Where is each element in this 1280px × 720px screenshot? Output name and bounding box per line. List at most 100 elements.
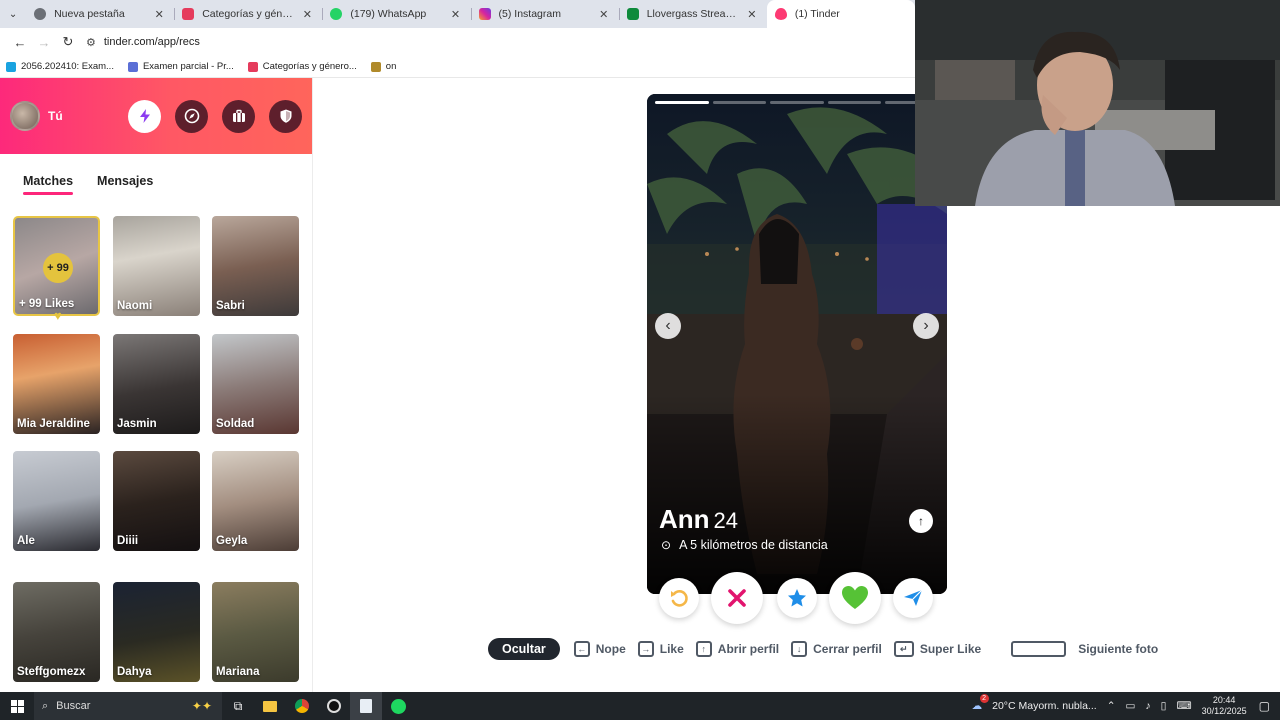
rewind-button[interactable] [659, 578, 699, 618]
bookmark-item[interactable]: Categorías y género... [247, 61, 357, 72]
match-card-dahya[interactable]: Dahya [113, 582, 200, 682]
match-card-geyla[interactable]: Geyla [212, 451, 299, 551]
site-settings-icon[interactable]: ⚙ [86, 36, 96, 49]
notifications-icon[interactable]: ▢ [1259, 699, 1270, 713]
taskbar-search[interactable]: ⌕ Buscar ✦✦ [34, 692, 222, 720]
photo-progress-bar [712, 101, 767, 104]
url-field[interactable]: ⚙ tinder.com/app/recs [86, 36, 200, 49]
match-card-sabri[interactable]: Sabri [212, 216, 299, 316]
tab-instagram[interactable]: (5) Instagram ✕ [470, 0, 619, 28]
tab-messages[interactable]: Mensajes [97, 174, 153, 192]
like-button[interactable] [829, 572, 881, 624]
weather-icon[interactable]: ☁ 2 [972, 694, 989, 712]
notepad-icon[interactable] [350, 692, 382, 720]
tab-llovergass[interactable]: Llovergass Stream - Watch Live ✕ [618, 0, 767, 28]
tab-search-chevron-icon[interactable]: ⌄ [0, 0, 26, 28]
match-card-jasmin[interactable]: Jasmin [113, 334, 200, 434]
boost-button[interactable] [128, 99, 161, 133]
close-x-icon [728, 589, 746, 607]
weather-badge: 2 [979, 694, 989, 703]
match-name: Soldad [216, 418, 255, 430]
network-icon[interactable]: ▭ [1126, 700, 1136, 712]
match-name: Diiii [117, 535, 139, 547]
profile-name: Ann [659, 504, 710, 534]
kick-icon [626, 8, 639, 20]
shortcut-next-photo: Siguiente foto [1011, 641, 1158, 657]
bookmark-item[interactable]: on [370, 61, 397, 72]
close-icon[interactable]: ✕ [745, 8, 759, 21]
profile-age: 24 [713, 508, 739, 533]
explore-button[interactable] [175, 99, 208, 133]
chrome-taskbar-icon[interactable] [286, 692, 318, 720]
tab-categorias[interactable]: Categorías y géneros musicales ✕ [174, 0, 322, 28]
tab-matches[interactable]: Matches [23, 174, 74, 195]
battery-icon[interactable]: ▯ [1161, 700, 1167, 712]
briefcase-icon [232, 109, 245, 122]
volume-icon[interactable]: ♪ [1145, 700, 1150, 712]
weather-text[interactable]: 20°C Mayorm. nubla... [992, 700, 1097, 712]
paper-plane-icon [904, 589, 923, 606]
match-card-mia-jeraldine[interactable]: Mia Jeraldine [13, 334, 100, 434]
close-icon[interactable]: ✕ [300, 8, 314, 21]
open-profile-button[interactable]: ↑ [909, 509, 933, 533]
user-label[interactable]: Tú [48, 109, 114, 123]
windows-taskbar: ⌕ Buscar ✦✦ ⧉ ☁ 2 20°C Mayorm. nubla... ⌃… [0, 692, 1280, 720]
arrow-up-icon: ↑ [918, 514, 924, 528]
spotify-icon[interactable] [382, 692, 414, 720]
profile-name-line: Ann 24 [659, 504, 738, 535]
nope-button[interactable] [711, 572, 763, 624]
tab-whatsapp[interactable]: (179) WhatsApp ✕ [322, 0, 470, 28]
windows-start-button[interactable] [0, 692, 34, 720]
prev-photo-button[interactable]: ‹ [655, 313, 681, 339]
file-explorer-icon[interactable] [254, 692, 286, 720]
match-card-ale[interactable]: Ale [13, 451, 100, 551]
shortcut-close-profile: ↓ Cerrar perfil [791, 641, 882, 657]
tab-title: Nueva pestaña [54, 8, 125, 20]
match-card-soldad[interactable]: Soldad [212, 334, 299, 434]
shortcut-label: Cerrar perfil [813, 642, 882, 656]
tinder-sidebar: Tú Matches Mensajes + 99 + 99 Likes ♥ Na… [0, 78, 313, 692]
sidebar-tabs: Matches Mensajes [0, 162, 312, 204]
forward-arrow-icon[interactable]: → [32, 35, 56, 50]
obs-icon[interactable] [318, 692, 350, 720]
work-mode-button[interactable] [222, 99, 255, 133]
shortcut-label: Nope [595, 642, 626, 656]
arrow-down-key-icon: ↓ [791, 641, 808, 657]
close-icon[interactable]: ✕ [597, 8, 611, 21]
chevron-up-icon[interactable]: ⌃ [1107, 700, 1116, 712]
webcam-overlay [915, 0, 1280, 206]
bookmark-label: Categorías y género... [262, 61, 357, 72]
match-card-mariana[interactable]: Mariana [212, 582, 299, 682]
close-icon[interactable]: ✕ [152, 8, 166, 21]
tab-title: (179) WhatsApp [350, 8, 427, 20]
bookmark-item[interactable]: 2056.202410: Exam... [6, 61, 114, 72]
browser-tab-strip: ⌄ Nueva pestaña ✕ Categorías y géneros m… [0, 0, 915, 28]
match-name: Ale [17, 535, 35, 547]
avatar[interactable] [10, 101, 40, 131]
next-photo-button[interactable]: › [913, 313, 939, 339]
hide-shortcuts-button[interactable]: Ocultar [488, 638, 560, 660]
super-like-button[interactable] [777, 578, 817, 618]
close-icon[interactable]: ✕ [449, 8, 463, 21]
safety-button[interactable] [269, 99, 302, 133]
tab-nueva-pestana[interactable]: Nueva pestaña ✕ [26, 0, 174, 28]
shortcut-label: Abrir perfil [717, 642, 780, 656]
likes-card[interactable]: + 99 + 99 Likes [13, 216, 100, 316]
bookmark-item[interactable]: Examen parcial - Pr... [127, 61, 234, 72]
photo-progress-bar [770, 101, 824, 104]
arrow-left-key-icon: ← [573, 641, 590, 657]
reload-icon[interactable]: ↻ [56, 34, 80, 50]
profile-photo-card[interactable]: ‹ › Ann 24 ⊙ A 5 kilómetros de distancia … [647, 94, 947, 594]
send-button[interactable] [893, 578, 933, 618]
match-card-diiii[interactable]: Diiii [113, 451, 200, 551]
photo-progress [655, 101, 939, 104]
match-card-steffgomezx[interactable]: Steffgomezx [13, 582, 100, 682]
tab-tinder[interactable]: (1) Tinder [766, 0, 915, 28]
task-view-icon[interactable]: ⧉ [222, 692, 254, 720]
clock[interactable]: 20:44 30/12/2025 [1202, 695, 1247, 717]
bookmark-label: on [385, 61, 397, 72]
match-card-naomi[interactable]: Naomi [113, 216, 200, 316]
back-arrow-icon[interactable]: ← [8, 35, 32, 50]
keyboard-icon[interactable]: ⌨ [1176, 700, 1191, 712]
search-placeholder: Buscar [56, 700, 91, 712]
